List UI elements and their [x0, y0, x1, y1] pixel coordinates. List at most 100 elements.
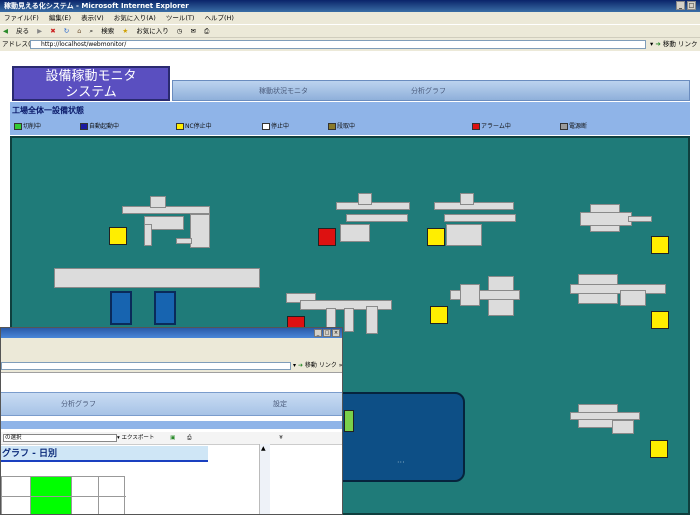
legend-label: 自動起動中	[89, 123, 120, 130]
legend-label: 切削中	[23, 123, 42, 130]
machine-shape[interactable]	[446, 224, 482, 246]
app-nav: 稼動状況モニタ 分析グラフ	[172, 80, 690, 101]
menu-bar: ファイル(F) 編集(E) 表示(V) お気に入り(A) ツール(T) ヘルプ(…	[0, 12, 700, 24]
menu-favorites[interactable]: お気に入り(A)	[114, 14, 156, 22]
machine-shape[interactable]	[144, 224, 152, 246]
status-lamp-yellow[interactable]	[651, 236, 669, 254]
overlay-close-button[interactable]: ×	[332, 329, 340, 337]
overlay-go-button[interactable]: 移動	[305, 362, 317, 369]
go-button[interactable]: 移動	[663, 40, 676, 48]
overlay-tab-settings[interactable]: 設定	[273, 399, 287, 409]
machine-shape[interactable]	[580, 212, 632, 226]
menu-tools[interactable]: ツール(T)	[166, 14, 195, 22]
control-panel[interactable]	[110, 291, 132, 325]
machine-shape[interactable]	[336, 202, 410, 210]
menu-file[interactable]: ファイル(F)	[4, 14, 39, 22]
excel-icon[interactable]: ▣	[170, 435, 175, 441]
legend-label: 停止中	[271, 123, 290, 130]
overlay-links-label[interactable]: リンク »	[319, 362, 342, 369]
machine-shape[interactable]	[434, 202, 514, 210]
overlay-maximize-button[interactable]: □	[323, 329, 331, 337]
legend-swatch	[176, 123, 184, 130]
status-lamp-yellow[interactable]	[430, 306, 448, 324]
machine-shape[interactable]	[570, 284, 666, 294]
address-input[interactable]: http://localhost/webmonitor/	[30, 40, 646, 49]
legend-swatch	[14, 123, 22, 130]
machine-shape[interactable]	[628, 216, 652, 222]
favorites-icon[interactable]: ★	[122, 27, 128, 35]
stop-icon[interactable]: ✖	[50, 27, 55, 35]
status-lamp-yellow[interactable]	[109, 227, 127, 245]
dropdown-arrow-icon[interactable]: ▾	[117, 435, 120, 441]
scrollbar[interactable]: ▲	[259, 444, 270, 514]
machine-shape[interactable]	[54, 268, 260, 288]
address-url: http://localhost/webmonitor/	[41, 41, 127, 48]
machine-shape[interactable]	[444, 214, 516, 222]
format-select[interactable]: の選択	[3, 434, 117, 442]
machine-shape[interactable]	[620, 290, 646, 306]
go-icon[interactable]: ➜	[298, 362, 303, 369]
machine-shape[interactable]	[612, 420, 634, 434]
tab-analysis[interactable]: 分析グラフ	[411, 86, 446, 96]
overlay-subtoolbar: の選択 ▾ エクスポート ▣ ⎙ ¥	[1, 432, 342, 445]
overlay-tab-analysis[interactable]: 分析グラフ	[61, 399, 96, 409]
machine-shape[interactable]	[122, 206, 210, 214]
app-logo: 設備稼動モニタ システム	[12, 66, 170, 101]
machine-shape[interactable]	[190, 214, 210, 248]
overlay-address-input[interactable]	[1, 362, 291, 370]
dropdown-arrow-icon[interactable]: ▾	[650, 40, 653, 48]
status-lamp-yellow[interactable]	[651, 311, 669, 329]
menu-edit[interactable]: 編集(E)	[49, 14, 71, 22]
machine-shape[interactable]	[460, 284, 480, 306]
status-lamp-yellow[interactable]	[650, 440, 668, 458]
favorites-button[interactable]: お気に入り	[136, 27, 169, 35]
section-title: 工場全体一設備状態	[12, 106, 84, 115]
print-icon[interactable]: ⎙	[187, 435, 191, 441]
back-icon[interactable]: ◀	[3, 27, 8, 35]
back-button[interactable]: 戻る	[16, 27, 29, 35]
refresh-icon[interactable]: ↻	[64, 27, 69, 35]
tank-area[interactable]: ···	[323, 392, 465, 482]
minimize-button[interactable]: _	[676, 1, 685, 10]
status-lamp-red[interactable]	[318, 228, 336, 246]
overlay-minimize-button[interactable]: _	[314, 329, 322, 337]
home-icon[interactable]: ⌂	[77, 27, 81, 35]
machine-shape[interactable]	[340, 224, 370, 242]
tab-monitor[interactable]: 稼動状況モニタ	[259, 86, 308, 96]
search-icon[interactable]: ⌕	[90, 27, 94, 35]
history-icon[interactable]: ◷	[177, 27, 183, 35]
links-label[interactable]: リンク	[678, 40, 698, 48]
legend-swatch	[80, 123, 88, 130]
machine-shape[interactable]	[346, 214, 408, 222]
go-icon[interactable]: ➜	[655, 40, 660, 48]
machine-shape[interactable]	[176, 238, 192, 244]
control-panel[interactable]	[154, 291, 176, 325]
print-icon[interactable]: ⎙	[204, 27, 209, 35]
menu-help[interactable]: ヘルプ(H)	[205, 14, 234, 22]
format-select-label: の選択	[5, 435, 22, 441]
forward-icon[interactable]: ▶	[37, 27, 42, 35]
legend-item-auto: 自動起動中	[80, 121, 119, 130]
machine-shape[interactable]	[570, 412, 640, 420]
machine-shape[interactable]	[460, 193, 474, 205]
search-button[interactable]: 検索	[101, 27, 114, 35]
scroll-up-icon[interactable]: ▲	[261, 445, 266, 452]
status-lamp-green[interactable]	[344, 410, 354, 432]
collapse-icon[interactable]: ¥	[279, 435, 283, 441]
machine-shape[interactable]	[366, 306, 378, 334]
mail-icon[interactable]: ✉	[191, 27, 196, 35]
browser-toolbar: ◀ 戻る ▶ ✖ ↻ ⌂ ⌕ 検索 ★ お気に入り ◷ ✉ ⎙	[0, 24, 700, 38]
export-button[interactable]: エクスポート	[122, 435, 155, 441]
menu-view[interactable]: 表示(V)	[81, 14, 104, 22]
grid-line	[98, 477, 99, 514]
address-bar: アドレス(D) http://localhost/webmonitor/ ▾ ➜…	[0, 37, 700, 52]
status-lamp-yellow[interactable]	[427, 228, 445, 246]
overlay-browser-window[interactable]: _ □ × ▾ ➜ 移動 リンク » 分析グラフ 設定 の選択 ▾ エクスポート…	[0, 327, 343, 515]
maximize-button[interactable]: □	[687, 1, 696, 10]
dropdown-arrow-icon[interactable]: ▾	[293, 362, 296, 369]
machine-shape[interactable]	[344, 308, 354, 332]
overlay-menu-bar	[1, 338, 342, 348]
machine-shape[interactable]	[358, 193, 372, 205]
graph-area	[1, 476, 126, 514]
machine-shape[interactable]	[150, 196, 166, 208]
